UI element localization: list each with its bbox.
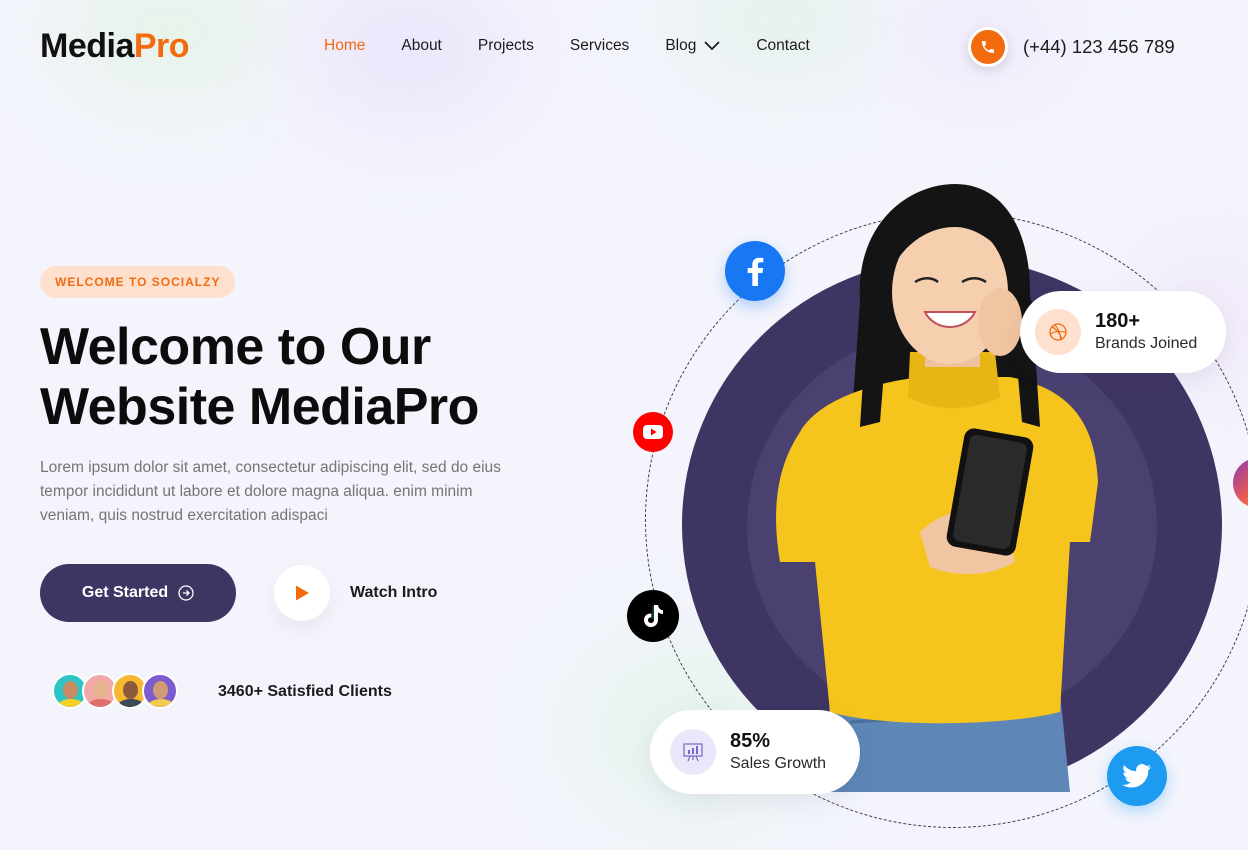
nav-home[interactable]: Home xyxy=(324,37,365,55)
get-started-button[interactable]: Get Started xyxy=(40,564,236,622)
hero-person-image xyxy=(776,184,1098,792)
hero-title-line2: Website MediaPro xyxy=(40,378,479,436)
logo-text-accent: Pro xyxy=(133,27,190,65)
dribbble-icon xyxy=(1035,309,1081,355)
chevron-down-icon xyxy=(704,41,720,51)
background-blob xyxy=(300,0,520,130)
brands-joined-value: 180+ xyxy=(1095,310,1141,332)
hero-title-line1: Welcome to Our xyxy=(40,318,431,376)
phone-icon[interactable] xyxy=(968,27,1008,67)
brands-joined-card: 180+ Brands Joined xyxy=(1020,291,1226,373)
main-nav: Home About Projects Services Blog Contac… xyxy=(324,37,846,55)
nav-about-label: About xyxy=(401,37,442,54)
satisfied-clients: 3460+ Satisfied Clients xyxy=(218,683,392,700)
twitter-icon[interactable] xyxy=(1107,746,1167,806)
nav-contact[interactable]: Contact xyxy=(756,37,809,55)
brands-joined-label: Brands Joined xyxy=(1095,335,1198,352)
chart-board-icon xyxy=(670,729,716,775)
nav-blog[interactable]: Blog xyxy=(665,37,720,55)
logo-text-main: Media xyxy=(40,27,134,65)
nav-services[interactable]: Services xyxy=(570,37,629,55)
nav-about[interactable]: About xyxy=(401,37,442,55)
hero-title: Welcome to Our Website MediaPro xyxy=(40,317,560,437)
play-video-button[interactable] xyxy=(274,565,330,621)
sales-growth-card: 85% Sales Growth xyxy=(650,710,860,794)
nav-projects-label: Projects xyxy=(477,37,534,54)
tiktok-icon[interactable] xyxy=(627,590,679,642)
hero-description: Lorem ipsum dolor sit amet, consectetur … xyxy=(40,459,501,524)
nav-blog-label: Blog xyxy=(665,37,697,54)
nav-projects[interactable]: Projects xyxy=(478,37,534,55)
nav-services-label: Services xyxy=(569,37,630,54)
site-logo[interactable]: MediaPro xyxy=(40,27,190,66)
facebook-icon[interactable] xyxy=(725,241,785,301)
avatar xyxy=(142,673,178,709)
phone-contact[interactable]: (+44) 123 456 789 xyxy=(968,27,1175,67)
watch-intro-link[interactable]: Watch Intro xyxy=(350,584,437,602)
play-icon xyxy=(296,585,309,601)
nav-home-label: Home xyxy=(324,37,366,54)
get-started-label: Get Started xyxy=(81,584,169,601)
sales-growth-label: Sales Growth xyxy=(730,755,827,772)
welcome-badge: WELCOME TO SOCIALZY xyxy=(40,266,236,298)
nav-contact-label: Contact xyxy=(756,37,810,54)
client-avatars xyxy=(52,673,178,709)
youtube-icon[interactable] xyxy=(633,412,673,452)
arrow-circle-right-icon xyxy=(178,585,194,601)
phone-number[interactable]: (+44) 123 456 789 xyxy=(1023,36,1175,58)
sales-growth-value: 85% xyxy=(730,730,771,752)
